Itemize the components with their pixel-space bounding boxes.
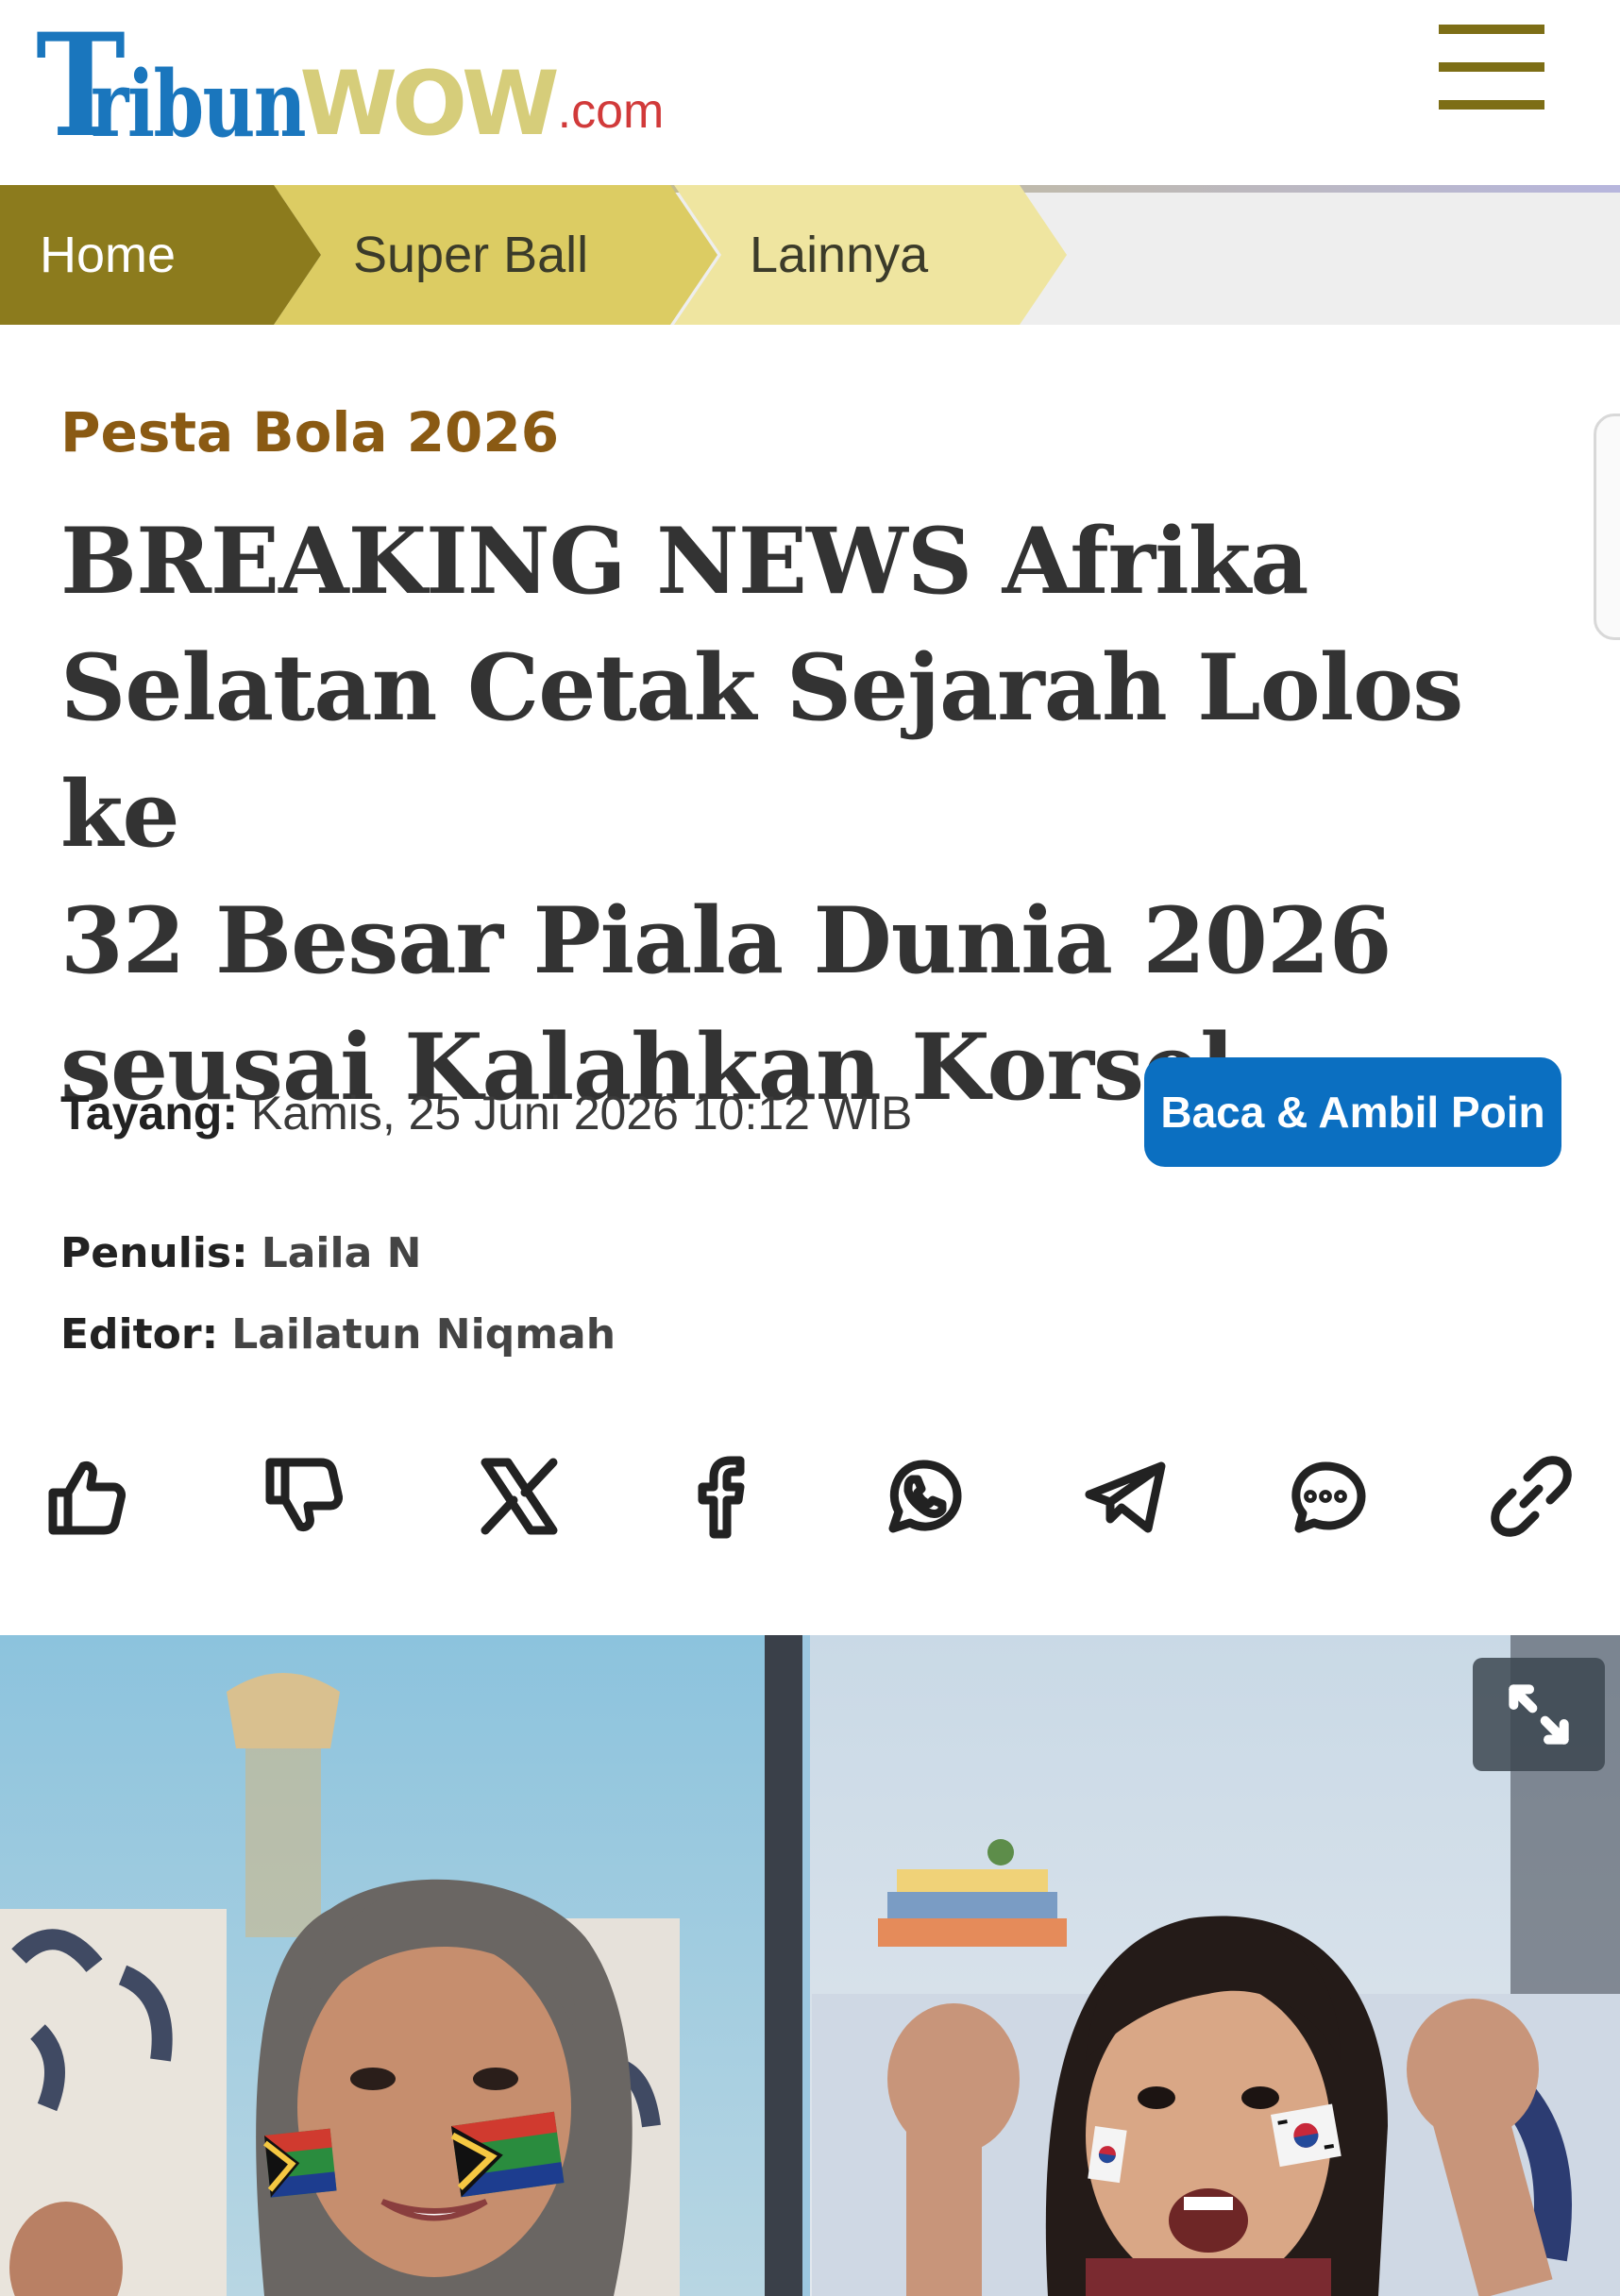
logo-ribun: ribun bbox=[90, 51, 307, 158]
x-twitter-icon[interactable] bbox=[472, 1444, 566, 1548]
breadcrumb-lainnya[interactable]: Lainnya bbox=[674, 185, 1067, 325]
facebook-icon[interactable] bbox=[672, 1444, 767, 1548]
thumbs-up-icon[interactable] bbox=[40, 1444, 134, 1548]
logo-com: .com bbox=[557, 84, 665, 139]
site-header: T ribun WOW .com bbox=[0, 0, 1620, 185]
comment-icon[interactable] bbox=[1278, 1444, 1373, 1548]
expand-icon[interactable] bbox=[1473, 1658, 1605, 1771]
article-photo-illustration bbox=[0, 1635, 1620, 2296]
publish-date: Kamis, 25 Juni 2026 10:12 WIB bbox=[250, 1087, 913, 1140]
editor-label: Editor: bbox=[60, 1310, 219, 1359]
side-drawer-tab[interactable] bbox=[1594, 414, 1620, 640]
link-icon[interactable] bbox=[1484, 1444, 1578, 1548]
tribunwow-logo[interactable]: T ribun WOW .com bbox=[36, 6, 664, 157]
publish-label: Tayang: bbox=[60, 1087, 238, 1140]
publish-info: Tayang: Kamis, 25 Juni 2026 10:12 WIB bbox=[60, 1086, 912, 1140]
article-headline: BREAKING NEWS Afrika Selatan Cetak Sejar… bbox=[60, 498, 1571, 1131]
writer-name[interactable]: Laila N bbox=[262, 1229, 422, 1277]
telegram-icon[interactable] bbox=[1078, 1444, 1173, 1548]
article-category[interactable]: Pesta Bola 2026 bbox=[60, 400, 559, 464]
headline-line: Selatan Cetak Sejarah Lolos ke bbox=[60, 634, 1463, 868]
breadcrumb-super-ball[interactable]: Super Ball bbox=[274, 185, 717, 325]
logo-wow: WOW bbox=[299, 53, 559, 156]
editor-name[interactable]: Lailatun Niqmah bbox=[231, 1310, 616, 1359]
share-toolbar bbox=[0, 1444, 1620, 1558]
article-photo[interactable] bbox=[0, 1635, 1620, 2296]
headline-line: 32 Besar Piala Dunia 2026 bbox=[60, 887, 1392, 994]
hamburger-menu-icon[interactable] bbox=[1439, 25, 1544, 110]
whatsapp-icon[interactable] bbox=[876, 1444, 970, 1548]
writer-label: Penulis: bbox=[60, 1229, 248, 1277]
read-earn-points-button[interactable]: Baca & Ambil Poin bbox=[1144, 1057, 1561, 1167]
breadcrumb: Home Super Ball Lainnya bbox=[0, 185, 1620, 325]
editor-credit: Editor: Lailatun Niqmah bbox=[60, 1310, 616, 1359]
headline-line: BREAKING NEWS Afrika bbox=[60, 508, 1308, 615]
breadcrumb-home[interactable]: Home bbox=[0, 185, 321, 325]
thumbs-down-icon[interactable] bbox=[257, 1444, 351, 1548]
writer-credit: Penulis: Laila N bbox=[60, 1229, 421, 1277]
